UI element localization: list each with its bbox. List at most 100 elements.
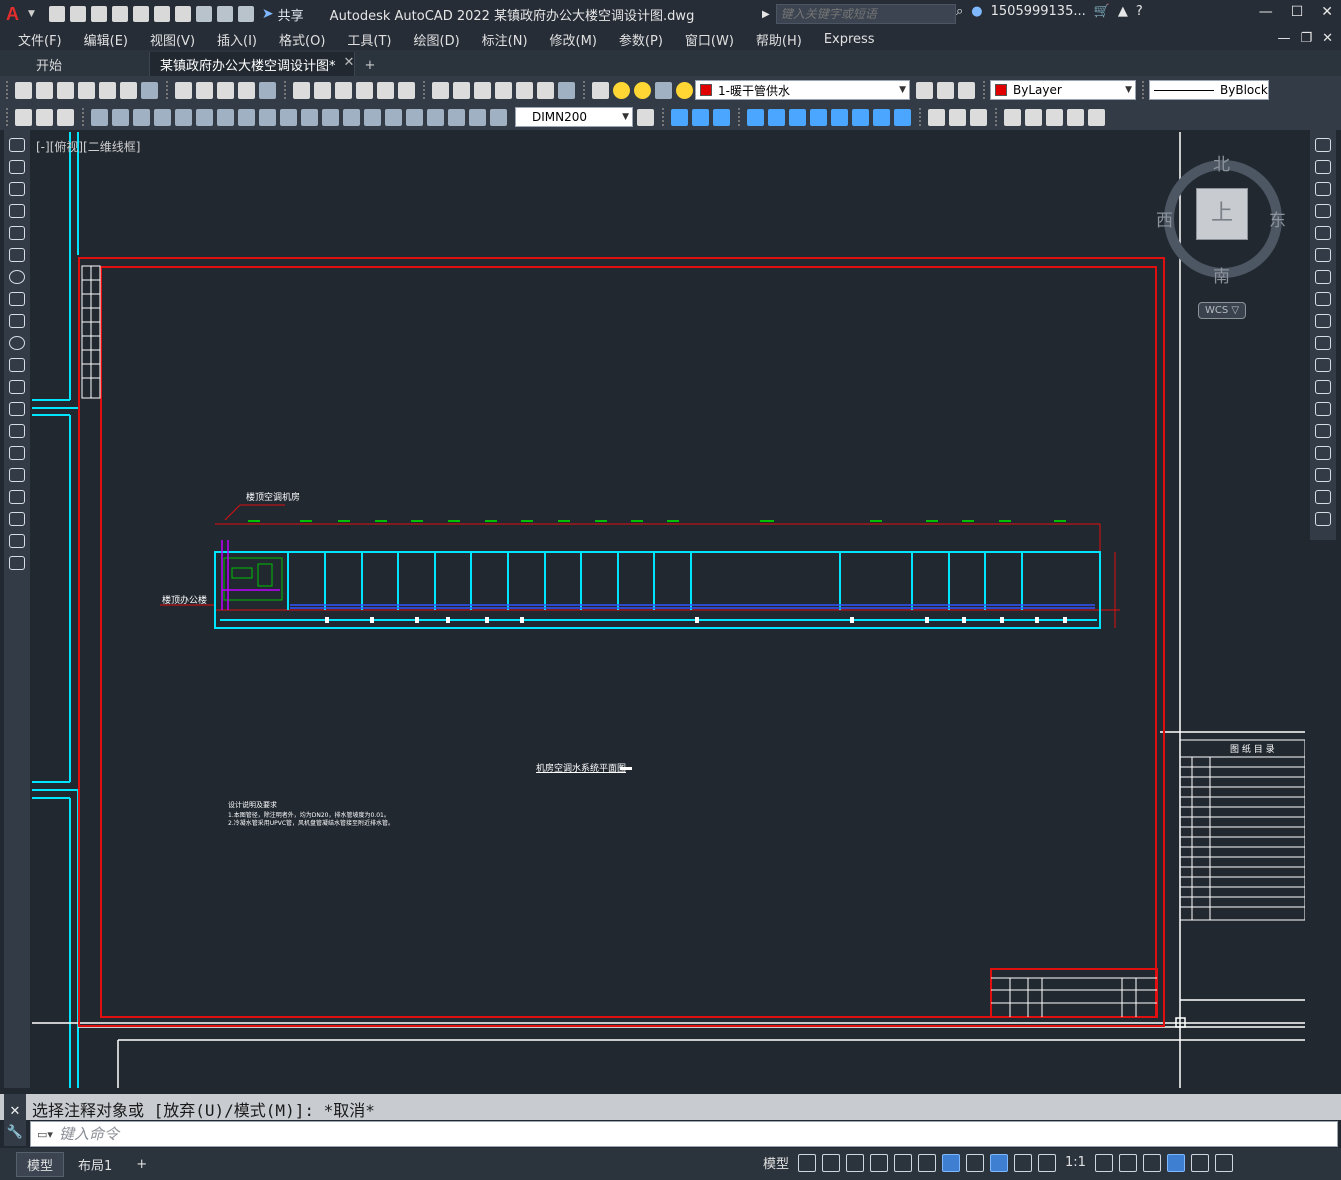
construction-line-icon[interactable]	[9, 160, 25, 174]
annotation-scale-value[interactable]: 1:1	[1062, 1154, 1089, 1171]
dim-text-icon[interactable]	[36, 108, 53, 126]
properties-icon[interactable]	[432, 81, 449, 99]
toolbar-grip[interactable]	[6, 108, 9, 126]
store-cart-icon[interactable]: 🛒	[1094, 4, 1110, 19]
dim-space-icon[interactable]	[322, 108, 339, 126]
command-input[interactable]	[59, 1125, 1259, 1143]
point-icon[interactable]	[9, 424, 25, 438]
paste-icon[interactable]	[217, 81, 234, 99]
dim-continue-icon[interactable]	[301, 108, 318, 126]
layer-states-icon[interactable]	[958, 81, 975, 99]
doc-minimize-icon[interactable]: —	[1277, 31, 1290, 46]
slice-icon[interactable]	[852, 108, 869, 126]
dim-diameter-icon[interactable]	[217, 108, 234, 126]
mesh-2-icon[interactable]	[1025, 108, 1042, 126]
hatch-icon[interactable]	[9, 446, 25, 460]
make-block-icon[interactable]	[9, 402, 25, 416]
move-icon[interactable]	[1315, 248, 1331, 262]
subtract-icon[interactable]	[692, 108, 709, 126]
offset-icon[interactable]	[1315, 204, 1331, 218]
layout-tab-model[interactable]: 模型	[16, 1151, 65, 1177]
maximize-icon[interactable]: ☐	[1291, 4, 1304, 20]
menu-modify[interactable]: 修改(M)	[539, 30, 608, 49]
layer-viewport-icon[interactable]	[655, 81, 672, 99]
minimize-icon[interactable]: —	[1259, 4, 1273, 20]
search-expand-icon[interactable]: ▶	[762, 9, 770, 20]
dimstyle-dropdown[interactable]: DIMN200 ▼	[515, 107, 633, 127]
tool-palettes-icon[interactable]	[474, 81, 491, 99]
calculator-icon[interactable]	[537, 81, 554, 99]
polygon-icon[interactable]	[9, 204, 25, 218]
new-tab-button[interactable]: +	[355, 55, 385, 76]
tab-active-drawing[interactable]: 某镇政府办公大楼空调设计图* ✕	[150, 52, 355, 76]
multiline-text-icon[interactable]	[9, 534, 25, 548]
qnew-icon[interactable]	[15, 81, 32, 99]
command-prompt-icon[interactable]: ▭▾	[31, 1128, 59, 1141]
save-as-icon[interactable]	[111, 6, 128, 22]
dim-linear-icon[interactable]	[91, 108, 108, 126]
open-web-icon[interactable]	[132, 6, 149, 22]
dimstyle-update-icon[interactable]	[490, 108, 507, 126]
break-point-icon[interactable]	[1315, 380, 1331, 394]
annotation-scale-icon[interactable]	[1038, 1153, 1057, 1172]
menu-dimension[interactable]: 标注(N)	[471, 30, 539, 49]
save-web-icon[interactable]	[153, 6, 170, 22]
ellipse-icon[interactable]	[9, 336, 25, 350]
add-selected-icon[interactable]	[9, 556, 25, 570]
auto-scale-icon[interactable]	[1014, 1153, 1033, 1172]
tab-close-icon[interactable]: ✕	[344, 55, 355, 73]
polyline-icon[interactable]	[9, 182, 25, 196]
clean-screen-icon[interactable]	[1190, 1153, 1209, 1172]
autodesk-app-icon[interactable]: ▲	[1118, 4, 1128, 19]
isodraft-icon[interactable]	[894, 1153, 913, 1172]
layer-properties-icon[interactable]	[592, 81, 609, 99]
annotation-visibility-icon[interactable]	[990, 1153, 1009, 1172]
wcs-menu[interactable]: WCS ▽	[1198, 302, 1246, 319]
center-mark-icon[interactable]	[385, 108, 402, 126]
add-icon[interactable]	[1118, 1153, 1137, 1172]
grid-icon[interactable]	[798, 1153, 817, 1172]
make-current-layer-icon[interactable]	[916, 81, 933, 99]
toolbar-grip[interactable]	[6, 81, 9, 99]
doc-restore-icon[interactable]: ❐	[1300, 31, 1312, 46]
block-editor-icon[interactable]	[259, 81, 276, 99]
blend-icon[interactable]	[1315, 490, 1331, 504]
app-menu-caret-icon[interactable]: ▼	[28, 9, 35, 19]
pan-icon[interactable]	[335, 81, 352, 99]
menu-tools[interactable]: 工具(T)	[336, 30, 402, 49]
customize-qat-icon[interactable]	[237, 6, 254, 22]
close-icon[interactable]: ✕	[1321, 4, 1333, 20]
cut-icon[interactable]	[175, 81, 192, 99]
mesh-1-icon[interactable]	[1004, 108, 1021, 126]
interfere-icon[interactable]	[894, 108, 911, 126]
copy-icon[interactable]	[196, 81, 213, 99]
compass-west[interactable]: 西	[1156, 206, 1173, 231]
tb-undo-icon[interactable]	[293, 81, 310, 99]
open-icon[interactable]	[36, 81, 53, 99]
print-icon[interactable]	[78, 81, 95, 99]
zoom-previous-icon[interactable]	[398, 81, 415, 99]
mirror-icon[interactable]	[1315, 182, 1331, 196]
command-customize-icon[interactable]: 🔧	[4, 1125, 26, 1140]
break-icon[interactable]	[1315, 402, 1331, 416]
autocad-logo-icon[interactable]: A	[6, 4, 26, 24]
rotate-icon[interactable]	[1315, 270, 1331, 284]
layout-tab-1[interactable]: 布局1	[68, 1153, 122, 1176]
mesh-3-icon[interactable]	[1046, 108, 1063, 126]
presspull-icon[interactable]	[768, 108, 785, 126]
tolerance-icon[interactable]	[364, 108, 381, 126]
mesh-5-icon[interactable]	[1088, 108, 1105, 126]
table-icon[interactable]	[9, 512, 25, 526]
dim-arc-icon[interactable]	[133, 108, 150, 126]
scale-icon[interactable]	[1315, 292, 1331, 306]
model-space-button[interactable]: 模型	[760, 1152, 792, 1173]
thicken-icon[interactable]	[873, 108, 890, 126]
dim-aligned-icon[interactable]	[112, 108, 129, 126]
dimstyle-manager-icon[interactable]	[637, 108, 654, 126]
match-properties-icon[interactable]	[238, 81, 255, 99]
isolate-icon[interactable]	[1142, 1153, 1161, 1172]
ellipse-arc-icon[interactable]	[9, 358, 25, 372]
arc-icon[interactable]	[9, 248, 25, 262]
undo-icon[interactable]	[195, 6, 212, 22]
layer-previous-icon[interactable]	[937, 81, 954, 99]
